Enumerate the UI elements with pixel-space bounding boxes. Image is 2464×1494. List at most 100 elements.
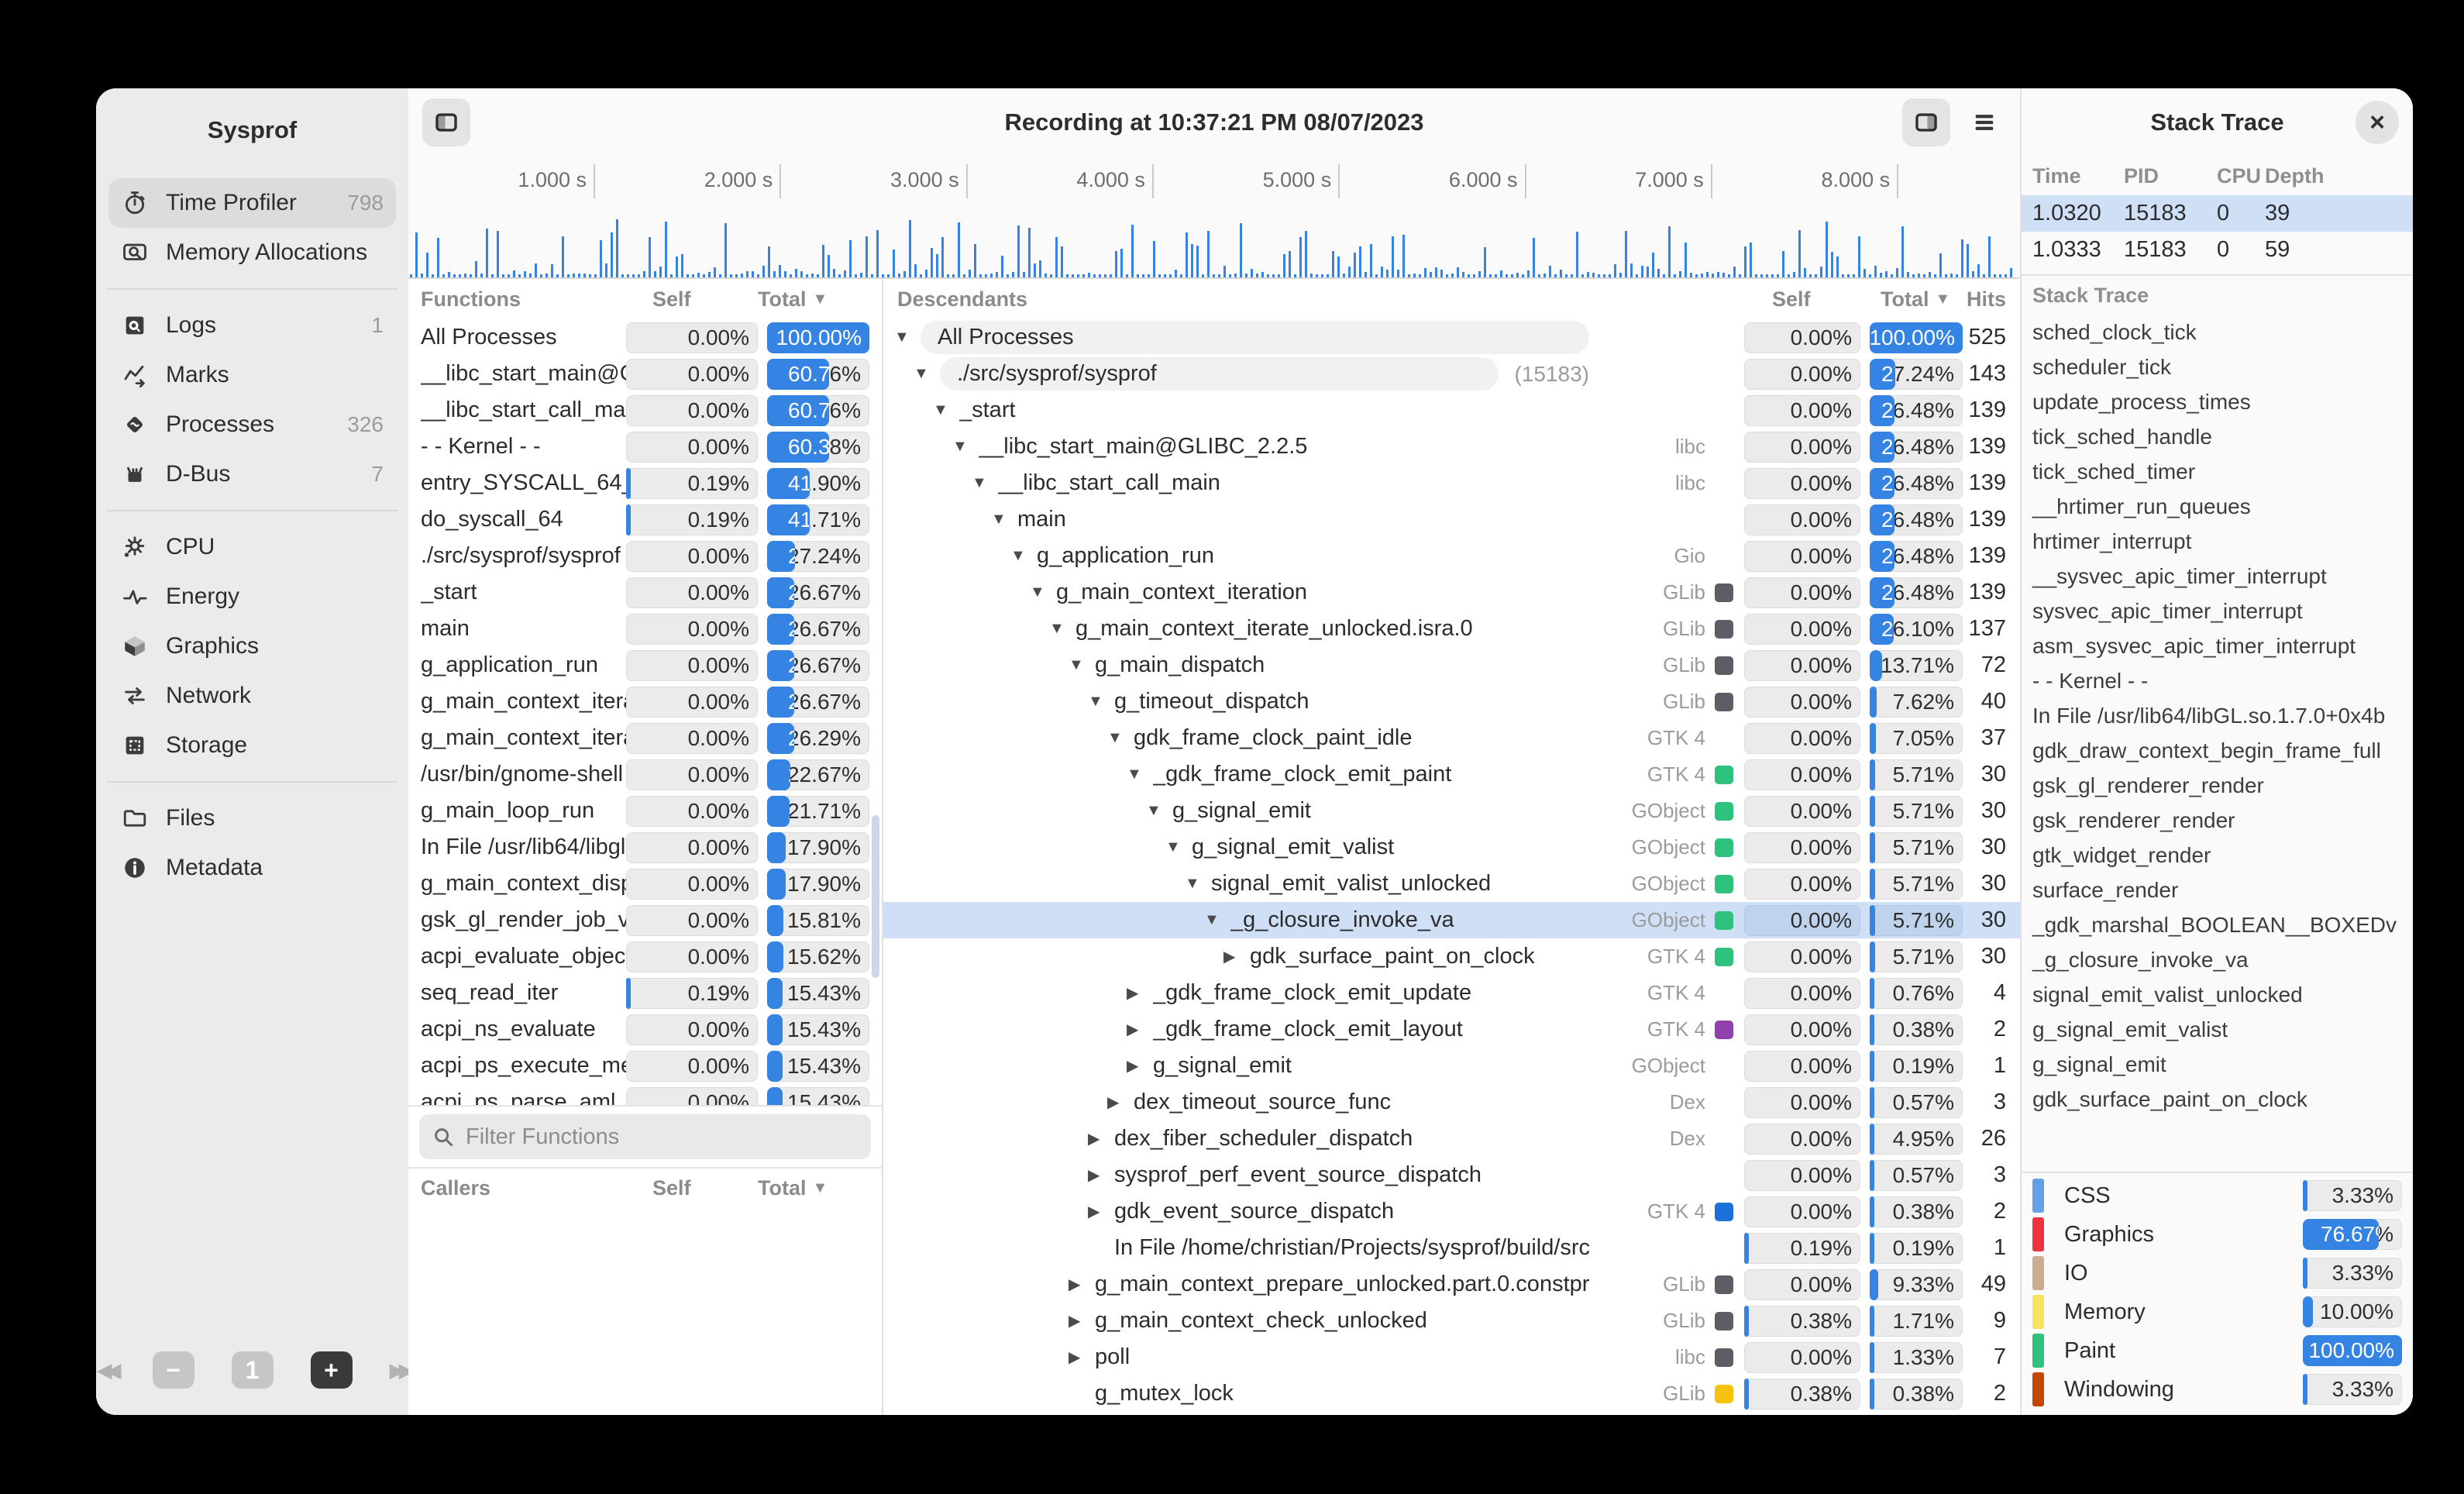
table-row[interactable]: g_main_context_disp0.00%17.90%17.90%	[408, 866, 882, 902]
toggle-left-sidebar-button[interactable]	[422, 98, 470, 146]
tree-row[interactable]: ▶g_main_context_prepare_unlocked.part.0.…	[883, 1266, 2020, 1303]
cpu-column-header[interactable]: CPU	[2217, 164, 2265, 188]
stack-frame[interactable]: tick_sched_handle	[2022, 419, 2413, 454]
tree-row[interactable]: ▼g_main_context_iterationGLib0.00%26.48%…	[883, 574, 2020, 611]
tree-row[interactable]: In File /home/christian/Projects/sysprof…	[883, 1230, 2020, 1266]
table-row[interactable]: do_syscall_640.19%0.19%41.71%41.71%	[408, 501, 882, 538]
sidebar-item-energy[interactable]: Energy	[108, 572, 396, 621]
table-row[interactable]: _start0.00%26.67%26.67%	[408, 574, 882, 611]
tree-row[interactable]: ▼_gdk_frame_clock_emit_paintGTK 40.00%5.…	[883, 756, 2020, 793]
expander-collapsed-icon[interactable]: ▶	[1069, 1311, 1095, 1330]
stack-frame[interactable]: gdk_surface_paint_on_clock	[2022, 1082, 2413, 1117]
sidebar-item-processes[interactable]: Processes326	[108, 400, 396, 449]
cpu-activity-graph[interactable]	[408, 198, 2020, 279]
stack-frame[interactable]: _gdk_marshal_BOOLEAN__BOXEDv	[2022, 907, 2413, 942]
expander-collapsed-icon[interactable]: ▶	[1069, 1348, 1095, 1367]
expander-collapsed-icon[interactable]: ▶	[1127, 1020, 1153, 1039]
expander-expanded-icon[interactable]: ▼	[1165, 838, 1192, 856]
stack-frame[interactable]: hrtimer_interrupt	[2022, 524, 2413, 559]
callers-self-column-header[interactable]: Self	[618, 1176, 758, 1200]
expander-expanded-icon[interactable]: ▼	[1107, 729, 1134, 747]
sidebar-item-time-profiler[interactable]: Time Profiler798	[108, 178, 396, 228]
tree-row[interactable]: ▼main0.00%26.48%26.48%139	[883, 501, 2020, 538]
expander-expanded-icon[interactable]: ▼	[933, 401, 959, 419]
sample-row[interactable]: 1.032015183039	[2022, 195, 2413, 232]
table-row[interactable]: g_main_loop_run0.00%21.71%21.71%	[408, 793, 882, 829]
table-row[interactable]: main0.00%26.67%26.67%	[408, 611, 882, 647]
callers-column-header[interactable]: Callers	[408, 1176, 618, 1200]
tree-row[interactable]: ▼_g_closure_invoke_vaGObject0.00%5.71%5.…	[883, 902, 2020, 938]
toggle-right-panel-button[interactable]	[1902, 98, 1950, 146]
stack-frame[interactable]: __hrtimer_run_queues	[2022, 489, 2413, 524]
stack-frame[interactable]: - - Kernel - -	[2022, 663, 2413, 698]
tree-row[interactable]: ▼./src/sysprof/sysprof(15183)0.00%27.24%…	[883, 356, 2020, 392]
tree-row[interactable]: ▼g_main_dispatchGLib0.00%13.71%13.71%72	[883, 647, 2020, 683]
expander-collapsed-icon[interactable]: ▶	[1088, 1202, 1114, 1221]
tree-row[interactable]: ▶g_main_context_check_unlockedGLib0.38%0…	[883, 1303, 2020, 1339]
sample-row[interactable]: 1.033315183059	[2022, 232, 2413, 268]
close-icon[interactable]: ×	[2356, 101, 2399, 144]
stack-frame[interactable]: asm_sysvec_apic_timer_interrupt	[2022, 628, 2413, 663]
table-row[interactable]: acpi_ps_execute_met0.00%15.43%15.43%	[408, 1048, 882, 1084]
filter-functions-field[interactable]	[419, 1114, 871, 1159]
expander-expanded-icon[interactable]: ▼	[1146, 802, 1172, 820]
tree-row[interactable]: ▼g_signal_emitGObject0.00%5.71%5.71%30	[883, 793, 2020, 829]
expander-expanded-icon[interactable]: ▼	[952, 438, 979, 456]
time-column-header[interactable]: Time	[2032, 164, 2124, 188]
timeline-ruler[interactable]: 1.000 s2.000 s3.000 s4.000 s5.000 s6.000…	[408, 157, 2020, 198]
expander-expanded-icon[interactable]: ▼	[1049, 620, 1075, 638]
tree-row[interactable]: ▶gdk_event_source_dispatchGTK 40.00%0.38…	[883, 1193, 2020, 1230]
sidebar-item-marks[interactable]: Marks	[108, 350, 396, 400]
expander-expanded-icon[interactable]: ▼	[1088, 693, 1114, 711]
descendants-column-header[interactable]: Descendants	[883, 287, 1589, 312]
expander-expanded-icon[interactable]: ▼	[914, 365, 940, 383]
total-column-header[interactable]: Total ▼	[758, 287, 882, 312]
fast-forward-icon[interactable]: ▶▶	[390, 1358, 408, 1382]
expander-collapsed-icon[interactable]: ▶	[1127, 1056, 1153, 1076]
stack-frame[interactable]: surface_render	[2022, 873, 2413, 907]
expander-expanded-icon[interactable]: ▼	[1204, 911, 1230, 929]
scrollbar-thumb[interactable]	[872, 815, 879, 978]
self-column-header[interactable]: Self	[618, 287, 758, 312]
expander-collapsed-icon[interactable]: ▶	[1223, 947, 1250, 966]
expander-expanded-icon[interactable]: ▼	[1127, 766, 1153, 783]
table-row[interactable]: /usr/bin/gnome-shell0.00%22.67%22.67%	[408, 756, 882, 793]
stack-frame[interactable]: sched_clock_tick	[2022, 315, 2413, 349]
expander-expanded-icon[interactable]: ▼	[1185, 875, 1211, 893]
stack-frame[interactable]: gsk_gl_renderer_render	[2022, 768, 2413, 803]
expander-expanded-icon[interactable]: ▼	[972, 474, 998, 492]
depth-column-header[interactable]: Depth	[2265, 164, 2325, 188]
tree-row[interactable]: ▶g_signal_emitGObject0.00%0.19%0.19%1	[883, 1048, 2020, 1084]
expander-expanded-icon[interactable]: ▼	[1069, 656, 1095, 674]
tree-row[interactable]: ▼g_main_context_iterate_unlocked.isra.0G…	[883, 611, 2020, 647]
tree-row[interactable]: ▶gdk_surface_paint_on_clockGTK 40.00%5.7…	[883, 938, 2020, 975]
stack-frame[interactable]: signal_emit_valist_unlocked	[2022, 977, 2413, 1012]
tree-row[interactable]: ▶dex_fiber_scheduler_dispatchDex0.00%4.9…	[883, 1120, 2020, 1157]
tree-row[interactable]: ▼__libc_start_main@GLIBC_2.2.5libc0.00%2…	[883, 429, 2020, 465]
expander-collapsed-icon[interactable]: ▶	[1107, 1093, 1134, 1112]
table-row[interactable]: g_main_context_itera0.00%26.29%26.29%	[408, 720, 882, 756]
tree-row[interactable]: ▶_gdk_frame_clock_emit_updateGTK 40.00%0…	[883, 975, 2020, 1011]
table-row[interactable]: acpi_ps_parse_aml0.00%15.43%15.43%	[408, 1084, 882, 1105]
tree-row[interactable]: ▼g_timeout_dispatchGLib0.00%7.62%7.62%40	[883, 683, 2020, 720]
expander-collapsed-icon[interactable]: ▶	[1069, 1275, 1095, 1294]
tree-row[interactable]: ▼__libc_start_call_mainlibc0.00%26.48%26…	[883, 465, 2020, 501]
tree-row[interactable]: ▶polllibc0.00%1.33%1.33%7	[883, 1339, 2020, 1375]
expander-collapsed-icon[interactable]: ▶	[1127, 983, 1153, 1003]
sidebar-item-d-bus[interactable]: D-Bus7	[108, 449, 396, 499]
tree-row[interactable]: ▶__GI___clone3libc0.00%0.38%0.38%2	[883, 1412, 2020, 1415]
stack-frame[interactable]: In File /usr/lib64/libGL.so.1.7.0+0x4b	[2022, 698, 2413, 733]
stack-frame[interactable]: gsk_renderer_render	[2022, 803, 2413, 838]
expander-collapsed-icon[interactable]: ▶	[1088, 1129, 1114, 1148]
table-row[interactable]: entry_SYSCALL_64_a0.19%0.19%41.90%41.90%	[408, 465, 882, 501]
stack-frame[interactable]: gdk_draw_context_begin_frame_full	[2022, 733, 2413, 768]
table-row[interactable]: - - Kernel - -0.00%60.38%60.38%	[408, 429, 882, 465]
functions-column-header[interactable]: Functions	[408, 287, 618, 312]
tree-row[interactable]: ▼g_application_runGio0.00%26.48%26.48%13…	[883, 538, 2020, 574]
pid-column-header[interactable]: PID	[2124, 164, 2217, 188]
table-row[interactable]: ./src/sysprof/sysprof0.00%27.24%27.24%	[408, 538, 882, 574]
expander-expanded-icon[interactable]: ▼	[1010, 547, 1037, 565]
stack-frame[interactable]: update_process_times	[2022, 384, 2413, 419]
table-row[interactable]: __libc_start_main@G0.00%60.76%60.76%	[408, 356, 882, 392]
table-row[interactable]: All Processes0.00%100.00%100.00%	[408, 319, 882, 356]
